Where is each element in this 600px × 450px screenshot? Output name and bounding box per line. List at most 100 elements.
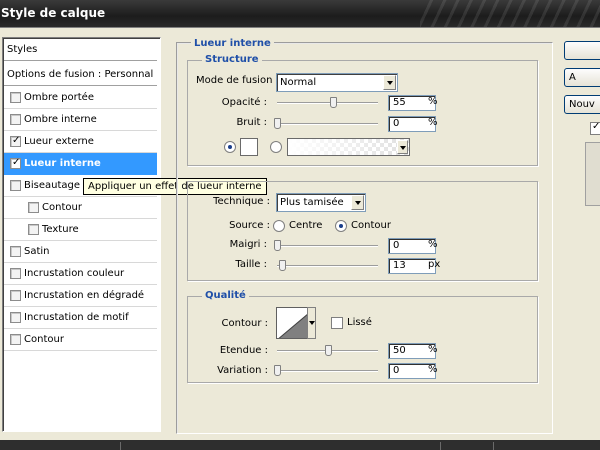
gradient-picker[interactable]	[287, 138, 410, 156]
slider-thumb[interactable]	[274, 240, 281, 251]
titlebar-divider	[0, 27, 600, 28]
check-icon: ✓	[592, 121, 600, 132]
structure-title: Structure	[202, 54, 262, 65]
slider-thumb[interactable]	[274, 118, 281, 129]
slider-thumb[interactable]	[274, 365, 281, 376]
antialias-label: Lissé	[347, 317, 372, 328]
effect-label: Contour	[42, 202, 82, 213]
effect-checkbox[interactable]	[10, 334, 21, 345]
effect-label: Ombre interne	[24, 114, 97, 125]
effect-checkbox[interactable]	[28, 224, 39, 235]
style-preview	[585, 142, 600, 206]
source-edge-label: Contour	[351, 220, 391, 231]
chevron-down-icon[interactable]	[383, 75, 396, 90]
effect-item[interactable]: Ombre interne	[4, 109, 157, 131]
slider-thumb[interactable]	[279, 260, 286, 271]
range-slider[interactable]	[277, 345, 378, 356]
check-icon: ✓	[12, 135, 21, 146]
effect-label: Incrustation couleur	[24, 268, 125, 279]
blend-mode-value: Normal	[280, 77, 317, 88]
cancel-button[interactable]: A	[564, 68, 600, 87]
effect-checkbox[interactable]	[10, 246, 21, 257]
technique-label: Technique :	[213, 196, 270, 207]
effect-item[interactable]: Incrustation en dégradé	[4, 285, 157, 307]
titlebar-decoration	[420, 0, 600, 27]
chevron-down-icon[interactable]	[397, 140, 408, 154]
source-edge-radio[interactable]	[335, 220, 347, 232]
preview-checkbox[interactable]: ✓	[590, 121, 600, 135]
blending-options-item[interactable]: Options de fusion : Personnal	[4, 64, 157, 86]
size-label: Taille :	[235, 259, 267, 270]
effect-item[interactable]: Incrustation de motif	[4, 307, 157, 329]
check-icon: ✓	[12, 157, 21, 168]
gradient-radio[interactable]	[270, 141, 282, 153]
slider-track	[277, 265, 378, 267]
quality-title: Qualité	[202, 290, 249, 301]
noise-unit: %	[428, 117, 438, 128]
jitter-slider[interactable]	[274, 365, 378, 376]
effect-checkbox[interactable]: ✓	[10, 157, 21, 169]
effect-item[interactable]: ✓ Lueur interne	[4, 153, 157, 175]
effect-item[interactable]: Contour	[4, 329, 157, 351]
window-title: Style de calque	[1, 6, 106, 20]
styles-header[interactable]: Styles	[4, 39, 157, 61]
blending-options-label: Options de fusion : Personnal	[7, 69, 154, 80]
slider-thumb[interactable]	[330, 97, 337, 108]
size-slider[interactable]	[277, 260, 378, 271]
slider-thumb[interactable]	[325, 345, 332, 356]
effect-checkbox[interactable]	[10, 180, 21, 191]
contour-dropdown[interactable]	[307, 307, 316, 339]
source-center-radio[interactable]	[273, 220, 285, 232]
effect-label: Incrustation de motif	[24, 312, 129, 323]
effect-item[interactable]: Ombre portée	[4, 87, 157, 109]
bottom-divider	[493, 442, 494, 450]
new-style-button[interactable]: Nouv	[564, 95, 600, 114]
range-unit: %	[428, 344, 438, 355]
chevron-down-icon[interactable]	[351, 195, 364, 210]
jitter-label: Variation :	[217, 365, 268, 376]
styles-header-label: Styles	[7, 44, 38, 55]
effect-label: Ombre portée	[24, 92, 94, 103]
contour-label: Contour :	[221, 318, 268, 329]
effect-checkbox[interactable]	[10, 290, 21, 301]
source-center-label: Centre	[289, 220, 323, 231]
effect-item[interactable]: Texture	[4, 219, 157, 241]
effect-checkbox[interactable]	[10, 268, 21, 279]
choke-slider[interactable]	[274, 240, 378, 251]
antialias-checkbox[interactable]	[331, 317, 343, 329]
solid-color-radio[interactable]	[224, 141, 236, 153]
noise-slider[interactable]	[274, 118, 378, 129]
size-unit: px	[428, 259, 441, 270]
jitter-unit: %	[428, 364, 438, 375]
noise-label: Bruit :	[236, 117, 267, 128]
blend-mode-label: Mode de fusion :	[196, 75, 279, 86]
effect-label: Satin	[24, 246, 50, 257]
opacity-slider[interactable]	[277, 97, 378, 108]
effect-checkbox[interactable]: ✓	[10, 135, 21, 147]
range-label: Etendue :	[219, 345, 268, 356]
effect-checkbox[interactable]	[10, 114, 21, 125]
technique-select[interactable]: Plus tamisée	[276, 193, 366, 212]
glow-color-swatch[interactable]	[240, 138, 258, 156]
blend-mode-select[interactable]: Normal	[276, 73, 398, 92]
slider-track	[277, 123, 378, 125]
source-label: Source :	[229, 220, 270, 231]
effect-item[interactable]: Contour	[4, 197, 157, 219]
window-titlebar[interactable]: Style de calque	[0, 0, 600, 27]
slider-track	[277, 245, 378, 247]
panel-title: Lueur interne	[191, 38, 274, 49]
bottom-bar	[0, 440, 600, 450]
effect-checkbox[interactable]	[10, 92, 21, 103]
effect-checkbox[interactable]	[10, 312, 21, 323]
effect-label: Texture	[42, 224, 79, 235]
effect-item[interactable]: Incrustation couleur	[4, 263, 157, 285]
effect-item[interactable]: Satin	[4, 241, 157, 263]
choke-label: Maigri :	[229, 239, 267, 250]
effect-checkbox[interactable]	[28, 202, 39, 213]
slider-track	[277, 370, 378, 372]
effect-item[interactable]: ✓ Lueur externe	[4, 131, 157, 153]
bottom-divider	[120, 442, 121, 450]
bottom-divider	[440, 442, 441, 450]
technique-value: Plus tamisée	[280, 197, 344, 208]
ok-button[interactable]	[564, 41, 600, 60]
